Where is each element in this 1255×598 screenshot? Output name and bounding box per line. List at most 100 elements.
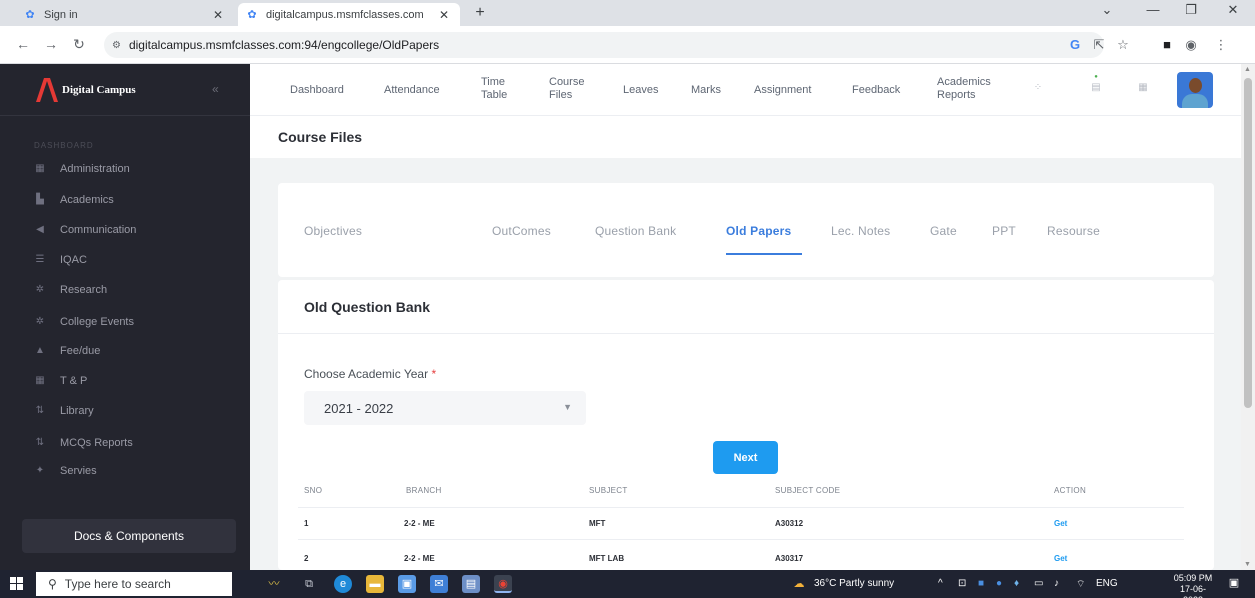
digital-campus-logo xyxy=(36,78,58,102)
nav-link-assignment[interactable]: Assignment xyxy=(754,84,811,97)
close-window-button[interactable]: ✕ xyxy=(1218,2,1248,18)
arrows-icon: ⇅ xyxy=(35,437,45,448)
windows-start-icon[interactable] xyxy=(10,577,24,591)
tab-search-icon[interactable]: ⌄ xyxy=(1092,2,1122,18)
cell-subject: MFT LAB xyxy=(589,554,625,563)
sidebar-item-label: Administration xyxy=(60,163,130,175)
notifications-icon[interactable]: ▣ xyxy=(1226,576,1242,592)
sidebar-item-servies[interactable]: ✦ Servies xyxy=(34,461,97,481)
search-placeholder: Type here to search xyxy=(64,577,171,591)
scroll-down-icon[interactable]: ▼ xyxy=(1244,561,1251,568)
sidebar-item-label: IQAC xyxy=(60,254,87,266)
app-window-icon[interactable]: ▤ xyxy=(462,575,480,593)
user-avatar[interactable] xyxy=(1177,72,1213,108)
microsoft-store-icon[interactable]: ▣ xyxy=(398,575,416,593)
close-tab-icon[interactable]: ✕ xyxy=(436,8,452,22)
tab-ppt[interactable]: PPT xyxy=(992,224,1016,238)
sparkle-icon[interactable]: ⁘ xyxy=(1030,82,1046,98)
edge-browser-icon[interactable]: e xyxy=(334,575,352,593)
tab-resourse[interactable]: Resourse xyxy=(1047,224,1100,238)
back-icon[interactable]: ← xyxy=(14,36,32,52)
page-scrollbar[interactable]: ▲ ▼ xyxy=(1241,64,1255,570)
nav-link-academics-reports[interactable]: Academics Reports xyxy=(937,76,1013,102)
nav-link-feedback[interactable]: Feedback xyxy=(852,84,900,97)
sidebar-item-mcqs-reports[interactable]: ⇅ MCQs Reports xyxy=(34,433,133,453)
cell-subject: MFT xyxy=(589,519,606,528)
sidebar-item-research[interactable]: ✲ Research xyxy=(34,280,107,300)
nav-link-dashboard[interactable]: Dashboard xyxy=(290,84,344,97)
sidebar-item-administration[interactable]: ▦ Administration xyxy=(34,159,130,179)
tab-question-bank[interactable]: Question Bank xyxy=(595,224,676,238)
collapse-sidebar-icon[interactable]: « xyxy=(212,82,219,96)
volume-icon[interactable]: ♪ xyxy=(1054,578,1059,589)
sidebar-item-academics[interactable]: ▙ Academics xyxy=(34,190,114,210)
divider xyxy=(278,333,1214,334)
tab-outcomes[interactable]: OutComes xyxy=(492,224,551,238)
tab-lec-notes[interactable]: Lec. Notes xyxy=(831,224,890,238)
screen: ✿ Sign in ✕ ✿ digitalcampus.msmfclasses.… xyxy=(0,0,1255,598)
menu-kebab-icon[interactable]: ⋮ xyxy=(1212,37,1230,53)
windows-taskbar: ⚲ Type here to search 〰 ⧉ e ▬ ▣ ✉ ▤ ◉ ☁ … xyxy=(0,570,1255,598)
close-tab-icon[interactable]: ✕ xyxy=(210,8,226,22)
sidebar-item-t-and-p[interactable]: ▦ T & P xyxy=(34,371,87,391)
nav-link-course-files[interactable]: Course Files xyxy=(549,76,593,102)
language-indicator[interactable]: ENG xyxy=(1096,578,1118,589)
apps-grid-icon[interactable]: ▦ xyxy=(1135,82,1151,98)
forward-icon[interactable]: → xyxy=(42,36,60,52)
nav-link-time-table[interactable]: Time Table xyxy=(481,76,517,102)
sidebar-item-communication[interactable]: ◀ Communication xyxy=(34,220,136,240)
sidebar-item-label: Communication xyxy=(60,224,137,236)
mail-icon[interactable]: ✉ xyxy=(430,575,448,593)
file-explorer-icon[interactable]: ▬ xyxy=(366,575,384,593)
tab-objectives[interactable]: Objectives xyxy=(304,224,362,238)
taskbar-search-input[interactable]: ⚲ Type here to search xyxy=(36,572,232,596)
google-lens-icon[interactable]: G xyxy=(1066,37,1084,52)
battery-icon[interactable]: ▭ xyxy=(1034,578,1043,589)
document-icon[interactable]: ▤ xyxy=(1088,82,1104,98)
sidebar-item-library[interactable]: ⇅ Library xyxy=(34,401,94,421)
address-bar[interactable]: ⚙ digitalcampus.msmfclasses.com:94/engco… xyxy=(104,32,1104,58)
minimize-button[interactable]: — xyxy=(1138,2,1168,17)
maximize-button[interactable]: ❐ xyxy=(1176,2,1206,18)
task-view-icon[interactable]: ⧉ xyxy=(300,575,318,593)
new-tab-button[interactable]: + xyxy=(470,4,490,22)
tray-overflow-icon[interactable]: ^ xyxy=(938,578,943,589)
sidebar-item-college-events[interactable]: ✲ College Events xyxy=(34,312,134,332)
scrollbar-thumb[interactable] xyxy=(1244,78,1252,408)
network-icon[interactable]: ⊡ xyxy=(958,578,966,589)
weather-text[interactable]: 36°C Partly sunny xyxy=(814,578,894,589)
browser-tab-sign-in[interactable]: ✿ Sign in ✕ xyxy=(16,3,234,26)
nav-link-leaves[interactable]: Leaves xyxy=(623,84,658,97)
taskbar-clock[interactable]: 05:09 PM 17-06-2023 xyxy=(1170,573,1216,598)
search-highlight-icon[interactable]: 〰 xyxy=(254,575,294,593)
side-panel-icon[interactable]: ■ xyxy=(1158,37,1176,52)
scroll-up-icon[interactable]: ▲ xyxy=(1244,66,1251,73)
site-info-icon[interactable]: ⚙ xyxy=(112,40,121,51)
sidebar-item-fee-due[interactable]: ▲ Fee/due xyxy=(34,341,100,361)
meet-icon[interactable]: ■ xyxy=(978,578,984,589)
get-link[interactable]: Get xyxy=(1054,554,1067,563)
academic-year-label-text: Choose Academic Year xyxy=(304,367,429,381)
tab-gate[interactable]: Gate xyxy=(930,224,957,238)
next-button[interactable]: Next xyxy=(713,441,778,474)
tab-old-papers[interactable]: Old Papers xyxy=(726,224,791,238)
tab-title: Sign in xyxy=(44,8,78,21)
profile-icon[interactable]: ◉ xyxy=(1182,37,1200,53)
bookmark-star-icon[interactable]: ☆ xyxy=(1114,37,1132,53)
get-link[interactable]: Get xyxy=(1054,519,1067,528)
nav-link-marks[interactable]: Marks xyxy=(691,84,721,97)
bluetooth-icon[interactable]: ● xyxy=(996,578,1002,589)
sidebar-item-iqac[interactable]: ☰ IQAC xyxy=(34,250,87,270)
reload-icon[interactable]: ↻ xyxy=(70,36,88,53)
nav-link-attendance[interactable]: Attendance xyxy=(384,84,440,97)
academic-year-value: 2021 - 2022 xyxy=(324,400,394,416)
browser-toolbar: ← → ↻ ⚙ digitalcampus.msmfclasses.com:94… xyxy=(0,26,1255,64)
docs-components-button[interactable]: Docs & Components xyxy=(22,519,236,553)
cell-sno: 2 xyxy=(304,554,309,563)
app-tray-icon[interactable]: ♦ xyxy=(1014,578,1019,589)
academic-year-select[interactable]: 2021 - 2022 ▼ xyxy=(304,391,586,425)
chrome-icon[interactable]: ◉ xyxy=(494,575,512,593)
wifi-icon[interactable]: ⌔ xyxy=(1076,578,1085,591)
share-icon[interactable]: ⇱ xyxy=(1090,37,1108,53)
browser-tab-digitalcampus[interactable]: ✿ digitalcampus.msmfclasses.com ✕ xyxy=(238,3,460,26)
